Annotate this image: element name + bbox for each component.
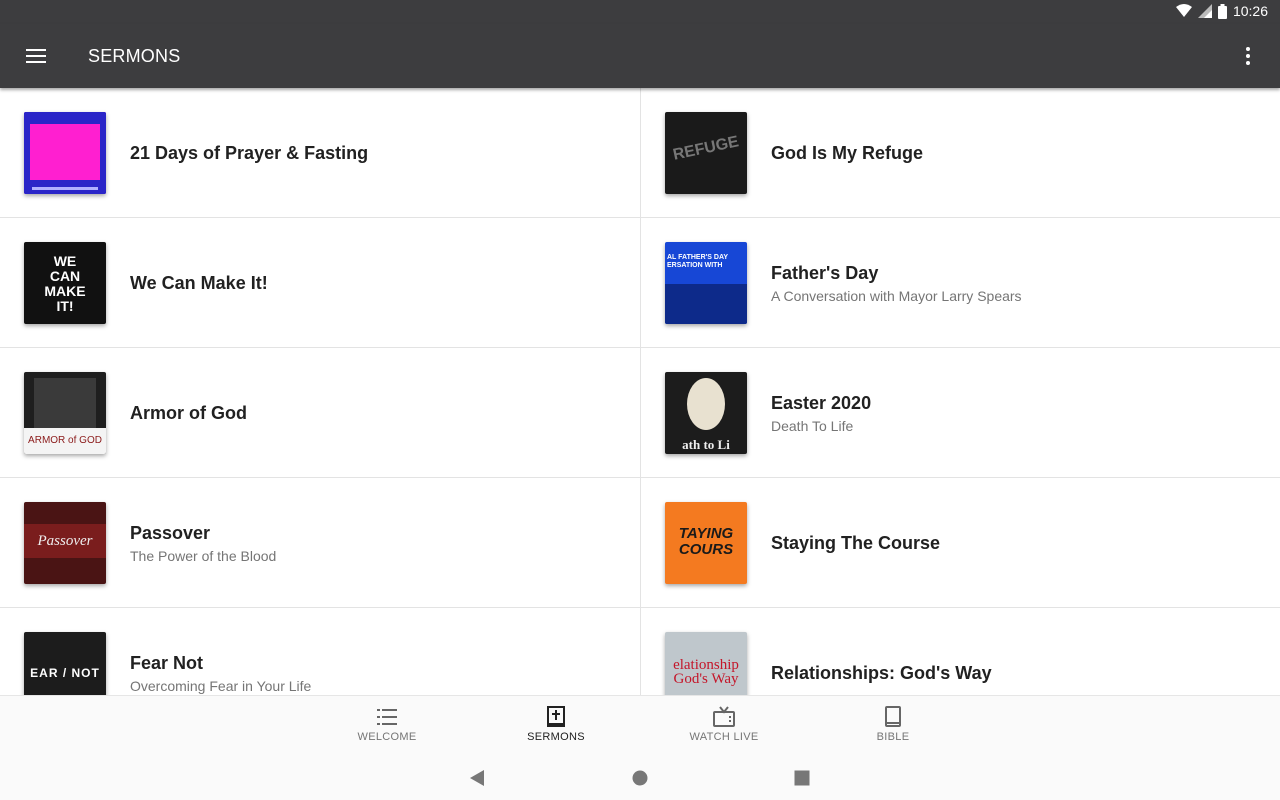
sermon-title: Easter 2020 bbox=[771, 392, 872, 413]
artwork-text: ath to Li bbox=[682, 437, 730, 452]
tv-icon bbox=[713, 706, 735, 727]
nav-label: SERMONS bbox=[527, 731, 585, 743]
sermon-title: Father's Day bbox=[771, 262, 879, 283]
sermon-artwork: TAYING COURS bbox=[665, 502, 747, 584]
sermon-item[interactable]: 21 Days of Prayer & Fasting bbox=[0, 88, 640, 218]
artwork-text: EAR / NOT bbox=[30, 666, 100, 680]
recents-icon[interactable] bbox=[791, 767, 813, 789]
book-icon bbox=[885, 706, 901, 727]
sermon-item[interactable]: ARMOR of GOD Armor of God bbox=[0, 348, 640, 478]
sermon-artwork: Passover bbox=[24, 502, 106, 584]
menu-icon bbox=[26, 49, 46, 63]
sermon-artwork: WE CAN MAKE IT! bbox=[24, 242, 106, 324]
nav-sermons[interactable]: SERMONS bbox=[496, 696, 616, 756]
sermon-list[interactable]: 21 Days of Prayer & Fasting WE CAN MAKE … bbox=[0, 88, 1280, 695]
sermon-item[interactable]: AL FATHER'S DAY ERSATION WITH Father's D… bbox=[641, 218, 1280, 348]
more-vert-icon bbox=[1246, 47, 1250, 65]
bible-cross-icon bbox=[547, 706, 565, 727]
nav-label: BIBLE bbox=[876, 731, 910, 743]
list-icon bbox=[377, 709, 397, 725]
sermon-title: 21 Days of Prayer & Fasting bbox=[130, 142, 369, 163]
overflow-menu-button[interactable] bbox=[1234, 44, 1262, 68]
hamburger-menu-button[interactable] bbox=[20, 44, 52, 68]
nav-watch-live[interactable]: WATCH LIVE bbox=[664, 696, 784, 756]
sermon-title: Armor of God bbox=[130, 402, 247, 423]
sermon-subtitle: A Conversation with Mayor Larry Spears bbox=[771, 287, 1022, 304]
status-icons: 10:26 bbox=[1175, 3, 1268, 19]
sermon-subtitle: Death To Life bbox=[771, 417, 854, 434]
sermon-title: Relationships: God's Way bbox=[771, 662, 992, 683]
nav-welcome[interactable]: WELCOME bbox=[327, 696, 447, 756]
back-icon[interactable] bbox=[466, 767, 488, 789]
sermon-artwork: EAR / NOT bbox=[24, 632, 106, 695]
artwork-text: TAYING COURS bbox=[678, 525, 734, 558]
battery-icon bbox=[1217, 3, 1227, 19]
nav-label: WELCOME bbox=[357, 731, 417, 743]
cell-signal-icon bbox=[1197, 4, 1212, 18]
system-navigation-bar bbox=[0, 755, 1280, 800]
artwork-text: AL FATHER'S DAY ERSATION WITH bbox=[667, 254, 728, 269]
artwork-text: ARMOR of GOD bbox=[28, 435, 102, 446]
status-time: 10:26 bbox=[1232, 3, 1268, 19]
sermon-subtitle: The Power of the Blood bbox=[130, 547, 277, 564]
sermon-title: We Can Make It! bbox=[130, 272, 268, 293]
sermon-item[interactable]: EAR / NOT Fear Not Overcoming Fear in Yo… bbox=[0, 608, 640, 695]
sermon-artwork: ARMOR of GOD bbox=[24, 372, 106, 454]
sermon-subtitle: Overcoming Fear in Your Life bbox=[130, 677, 312, 694]
sermon-title: Passover bbox=[130, 522, 211, 543]
sermon-item[interactable]: elationship God's Way Relationships: God… bbox=[641, 608, 1280, 695]
sermon-item[interactable]: TAYING COURS Staying The Course bbox=[641, 478, 1280, 608]
sermon-artwork: ath to Li bbox=[665, 372, 747, 454]
status-bar: 10:26 bbox=[0, 0, 1280, 24]
sermon-item[interactable]: ath to Li Easter 2020 Death To Life bbox=[641, 348, 1280, 478]
sermon-column-right: REFUGE God Is My Refuge AL FATHER'S DAY … bbox=[640, 88, 1280, 695]
artwork-text: WE CAN MAKE IT! bbox=[44, 253, 86, 314]
artwork-text: Passover bbox=[37, 533, 93, 549]
sermon-title: God Is My Refuge bbox=[771, 142, 924, 163]
sermon-item[interactable]: REFUGE God Is My Refuge bbox=[641, 88, 1280, 218]
sermon-artwork bbox=[24, 112, 106, 194]
sermon-item[interactable]: WE CAN MAKE IT! We Can Make It! bbox=[0, 218, 640, 348]
app-bar: SERMONS bbox=[0, 24, 1280, 88]
sermon-column-left: 21 Days of Prayer & Fasting WE CAN MAKE … bbox=[0, 88, 640, 695]
page-title: SERMONS bbox=[88, 46, 181, 66]
sermon-artwork: REFUGE bbox=[665, 112, 747, 194]
sermon-artwork: AL FATHER'S DAY ERSATION WITH bbox=[665, 242, 747, 324]
nav-label: WATCH LIVE bbox=[689, 731, 759, 743]
nav-bible[interactable]: BIBLE bbox=[833, 696, 953, 756]
sermon-item[interactable]: Passover Passover The Power of the Blood bbox=[0, 478, 640, 608]
sermon-artwork: elationship God's Way bbox=[665, 632, 747, 695]
home-icon[interactable] bbox=[629, 767, 651, 789]
artwork-text: REFUGE bbox=[671, 133, 741, 164]
artwork-text: elationship God's Way bbox=[673, 657, 739, 687]
wifi-icon bbox=[1175, 4, 1192, 17]
sermon-title: Staying The Course bbox=[771, 532, 941, 553]
bottom-navigation: WELCOME SERMONS WATCH LIVE BIBLE bbox=[0, 695, 1280, 755]
sermon-title: Fear Not bbox=[130, 652, 204, 673]
